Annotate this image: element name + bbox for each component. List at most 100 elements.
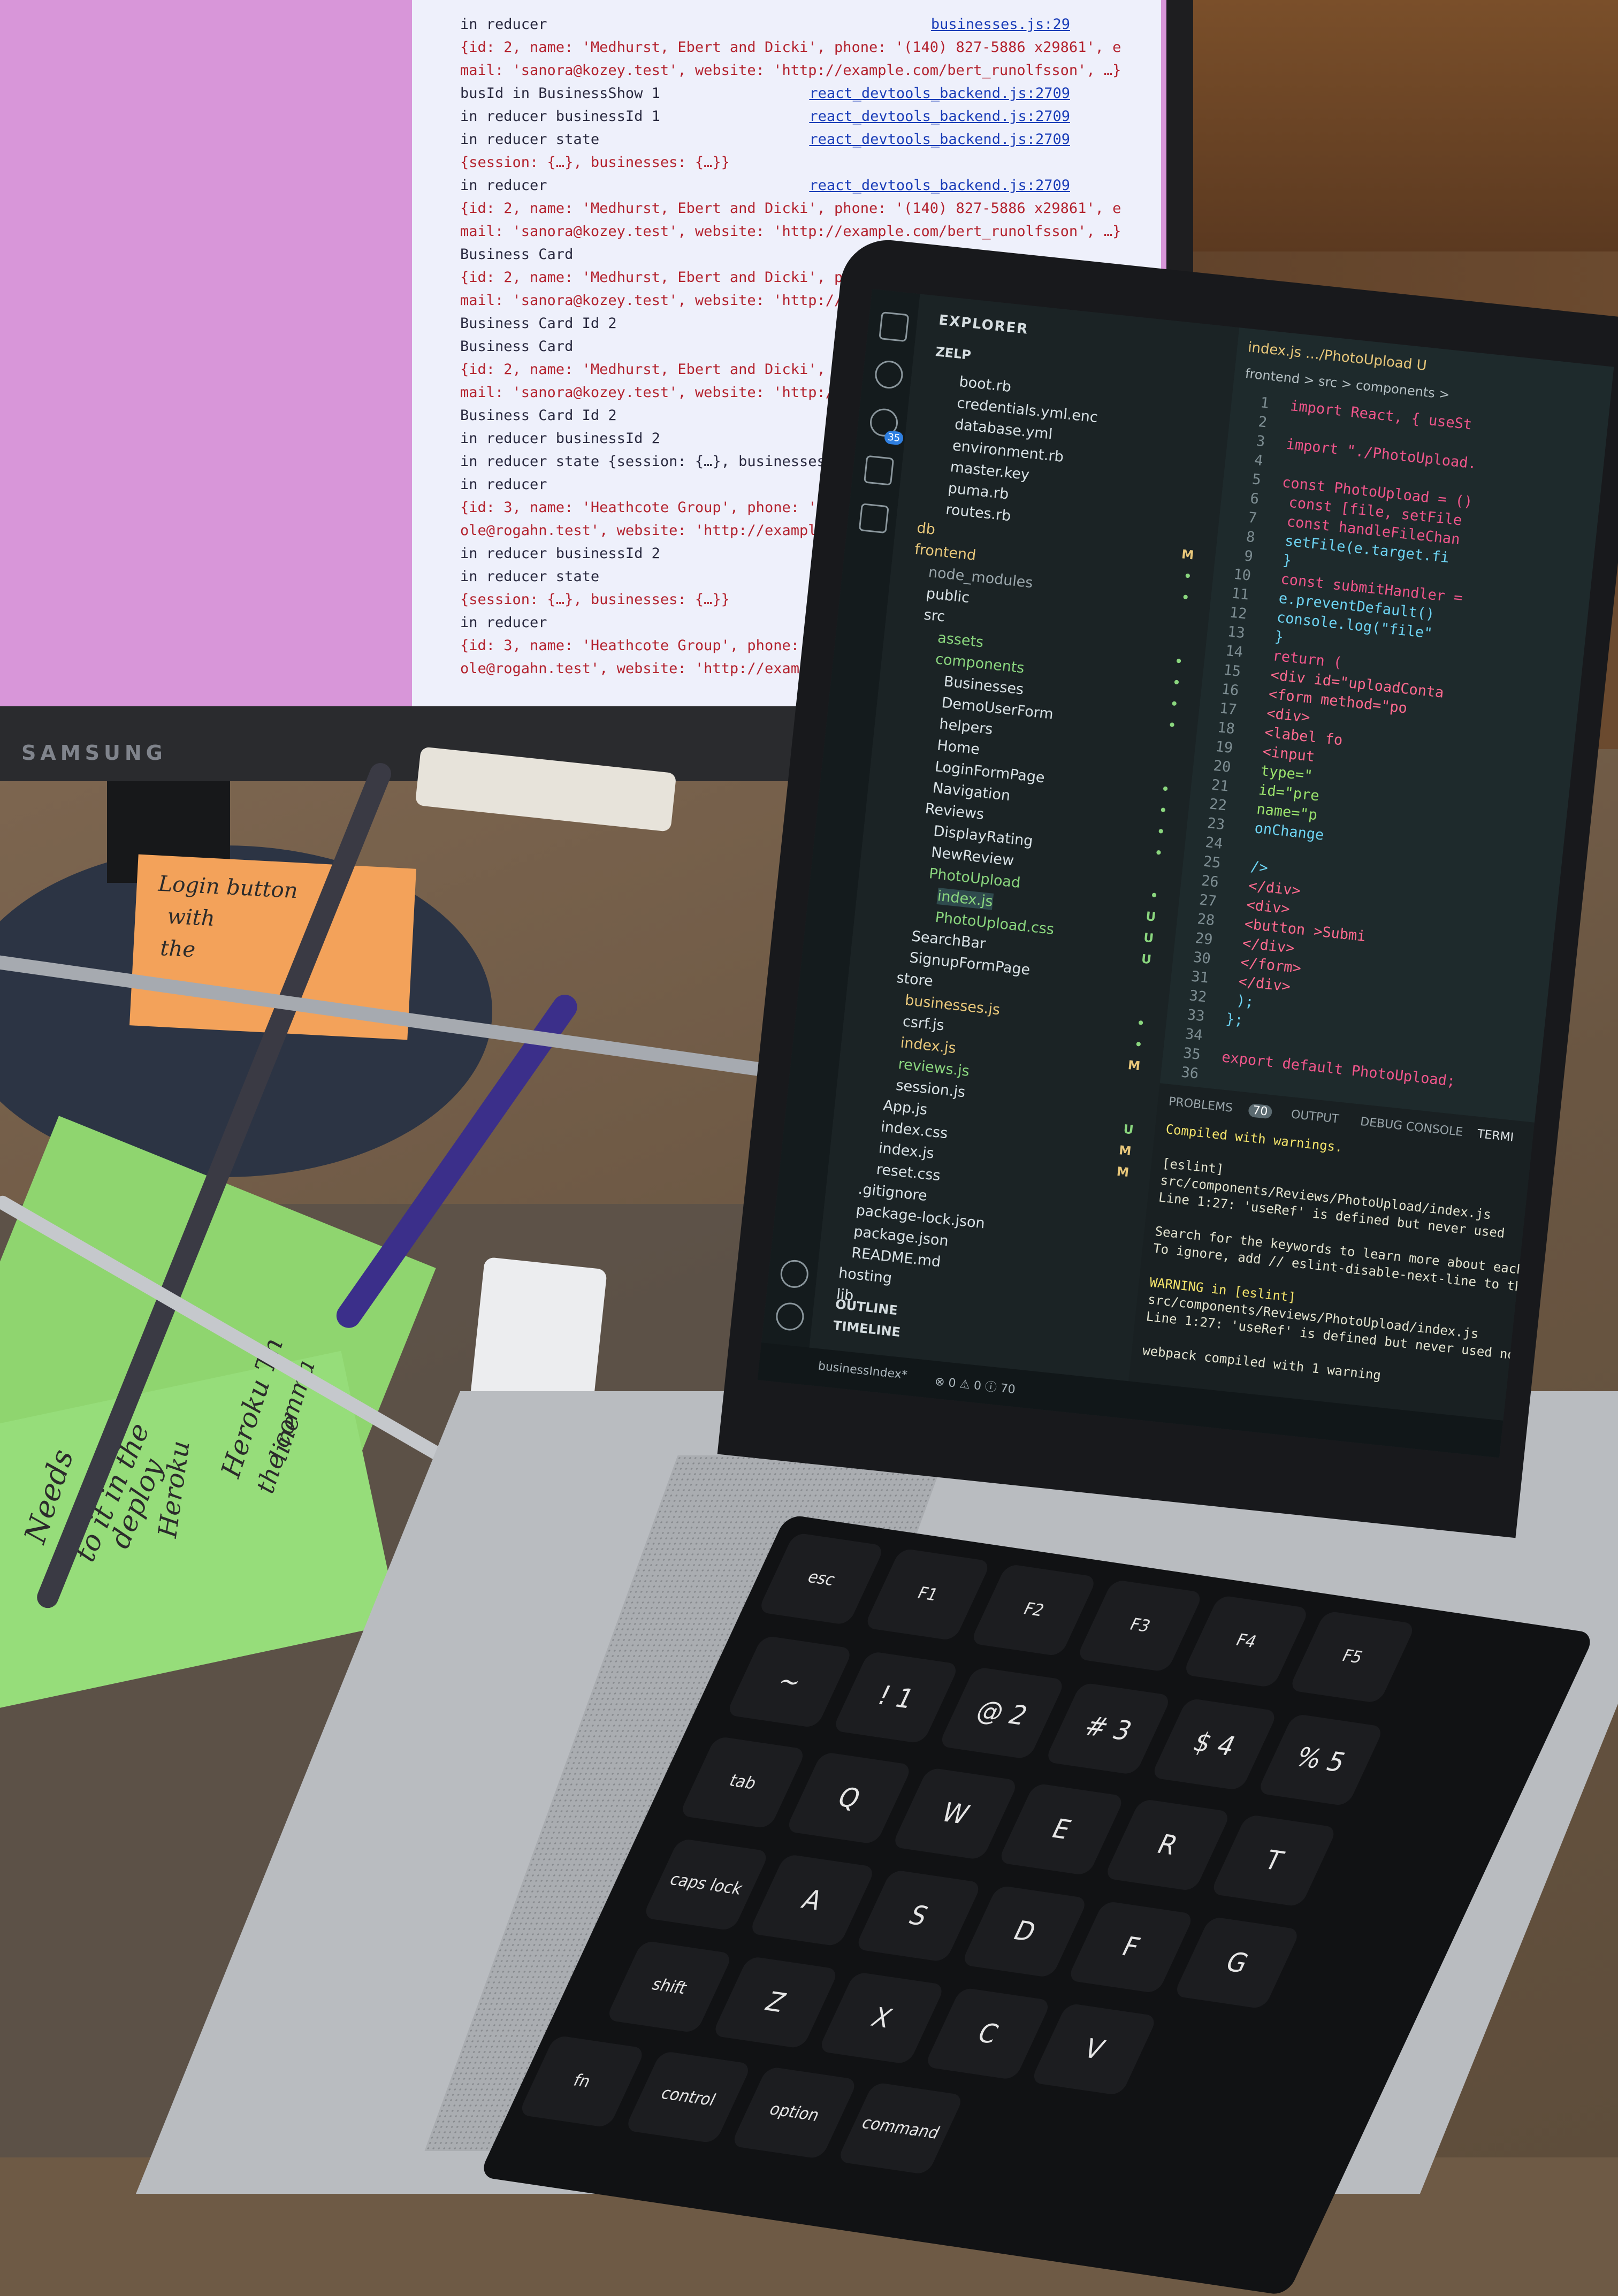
keyboard-key[interactable]: ~	[726, 1635, 854, 1728]
console-source-link[interactable]: react_devtools_backend.js:2709	[809, 131, 1070, 148]
console-log-text: mail: 'sanora@kozey.test', website: 'htt…	[460, 223, 1121, 240]
tree-item[interactable]: hosting	[838, 1265, 893, 1287]
tree-item[interactable]: Reviews	[924, 800, 984, 823]
keyboard-key[interactable]: W	[891, 1767, 1019, 1860]
tree-item[interactable]: PhotoUpload	[928, 865, 1021, 891]
tree-item[interactable]: routes.rb	[945, 501, 1012, 525]
keyboard-key[interactable]: ! 1	[831, 1651, 960, 1744]
workspace-folder[interactable]: ZELP	[935, 344, 972, 363]
line-number: 8	[1245, 528, 1256, 546]
tab-problems[interactable]: PROBLEMS	[1168, 1095, 1233, 1115]
tree-item[interactable]: index.js	[878, 1140, 935, 1162]
keyboard-key[interactable]: F1	[863, 1548, 992, 1641]
tree-item[interactable]: components	[935, 651, 1025, 676]
keyboard-key[interactable]: X	[818, 1971, 946, 2065]
settings-gear-icon[interactable]	[774, 1301, 805, 1332]
keyboard-key[interactable]: T	[1209, 1814, 1338, 1908]
outline-section[interactable]: OUTLINE	[835, 1296, 898, 1318]
tree-item[interactable]: assets	[937, 629, 984, 651]
keyboard-key[interactable]: F5	[1288, 1611, 1416, 1704]
tab-debug-console[interactable]: DEBUG CONSOLE	[1360, 1115, 1463, 1139]
keyboard-key[interactable]: F	[1066, 1901, 1195, 1994]
line-number: 20	[1212, 757, 1232, 776]
console-source-link[interactable]: react_devtools_backend.js:2709	[809, 85, 1070, 102]
keyboard-key[interactable]: F2	[970, 1563, 1098, 1657]
keyboard-key[interactable]: D	[960, 1885, 1089, 1978]
console-source-link[interactable]: react_devtools_backend.js:2709	[809, 108, 1070, 125]
line-number: 33	[1186, 1006, 1205, 1025]
tree-item[interactable]: master.key	[949, 459, 1030, 483]
tab-terminal[interactable]: TERMI	[1477, 1127, 1514, 1145]
tree-item[interactable]: index.js	[936, 888, 994, 910]
line-number: 18	[1216, 719, 1236, 738]
line-number: 19	[1214, 738, 1234, 757]
tree-item[interactable]: store	[896, 970, 934, 990]
tree-item[interactable]: frontend	[914, 541, 977, 564]
keyboard-key[interactable]: fn	[518, 2035, 646, 2128]
keyboard-key[interactable]: # 3	[1044, 1682, 1172, 1775]
account-icon[interactable]	[779, 1258, 810, 1290]
keyboard-key[interactable]: A	[748, 1853, 876, 1947]
console-source-link[interactable]: react_devtools_backend.js:2709	[809, 177, 1070, 194]
tree-item[interactable]: Navigation	[932, 780, 1011, 804]
console-log-text: busId in BusinessShow 1	[460, 85, 660, 102]
keyboard-key[interactable]: $ 4	[1150, 1698, 1279, 1791]
tree-item[interactable]: boot.rb	[958, 373, 1012, 395]
keyboard-key[interactable]: control	[624, 2050, 752, 2144]
tree-item[interactable]: helpers	[938, 716, 994, 738]
console-log-text: {session: {…}, businesses: {…}}	[460, 154, 730, 171]
tree-item[interactable]: README.md	[851, 1245, 942, 1270]
keyboard-key[interactable]: V	[1030, 2003, 1158, 2096]
line-number: 16	[1220, 681, 1240, 699]
keyboard-key[interactable]: S	[854, 1869, 983, 1963]
keyboard-key[interactable]: C	[924, 1987, 1052, 2080]
tree-item[interactable]: session.js	[895, 1077, 966, 1101]
tree-item[interactable]: csrf.js	[902, 1013, 945, 1034]
extensions-icon[interactable]	[858, 503, 889, 534]
tree-item[interactable]: NewReview	[930, 844, 1015, 869]
console-source-link[interactable]: businesses.js:29	[931, 16, 1070, 33]
status-branch[interactable]: businessIndex*	[818, 1360, 908, 1382]
tab-output[interactable]: OUTPUT	[1291, 1108, 1340, 1126]
keyboard-key[interactable]: E	[997, 1783, 1126, 1876]
line-number: 36	[1180, 1064, 1200, 1082]
console-log-text: in reducer businessId 2	[460, 430, 660, 447]
keyboard-key[interactable]: tab	[678, 1736, 807, 1829]
git-status-badge: •	[1158, 803, 1168, 818]
tree-item[interactable]: src	[923, 607, 945, 626]
keyboard-key[interactable]: esc	[757, 1532, 886, 1626]
tree-item[interactable]: index.js	[899, 1034, 957, 1057]
tree-item[interactable]: Home	[936, 737, 981, 758]
timeline-section[interactable]: TIMELINE	[833, 1318, 902, 1340]
keyboard-key[interactable]: shift	[605, 1940, 734, 2033]
keyboard-key[interactable]: R	[1103, 1798, 1232, 1891]
tree-item[interactable]: SearchBar	[911, 928, 986, 952]
keyboard-key[interactable]: % 5	[1256, 1713, 1385, 1806]
keyboard-key[interactable]: @ 2	[938, 1666, 1066, 1760]
code-editor[interactable]: index.js …/PhotoUpload U frontend > src …	[1159, 327, 1614, 1123]
source-control-icon[interactable]: 35	[868, 407, 904, 446]
tree-item[interactable]: db	[916, 520, 936, 538]
line-number: 14	[1224, 642, 1244, 661]
keyboard-key[interactable]: F4	[1182, 1595, 1310, 1688]
tree-item[interactable]: public	[925, 585, 970, 606]
keyboard-key[interactable]: G	[1173, 1916, 1301, 2010]
tree-item[interactable]: reset.css	[875, 1161, 941, 1184]
tree-item[interactable]: Businesses	[943, 673, 1024, 698]
keyboard-key[interactable]: caps lock	[642, 1838, 770, 1931]
tree-item[interactable]: puma.rb	[947, 480, 1010, 503]
status-problems[interactable]: ⊗ 0 ⚠ 0 ⓘ 70	[934, 1372, 1017, 1398]
keyboard-key[interactable]: F3	[1075, 1579, 1204, 1673]
tree-item[interactable]: reviews.js	[897, 1056, 970, 1080]
search-icon[interactable]	[873, 359, 905, 390]
keyboard-key[interactable]: command	[836, 2081, 965, 2175]
keyboard-key[interactable]: Z	[711, 1956, 839, 2049]
tree-item[interactable]: .gitignore	[857, 1181, 928, 1204]
keyboard-key[interactable]: Q	[785, 1751, 913, 1845]
tree-item[interactable]: index.css	[880, 1118, 949, 1142]
code-text: </div>	[1239, 876, 1302, 899]
keyboard-key[interactable]: option	[730, 2066, 859, 2160]
explorer-icon[interactable]	[879, 311, 910, 342]
tree-item[interactable]: App.js	[882, 1097, 928, 1118]
run-debug-icon[interactable]	[864, 455, 895, 486]
